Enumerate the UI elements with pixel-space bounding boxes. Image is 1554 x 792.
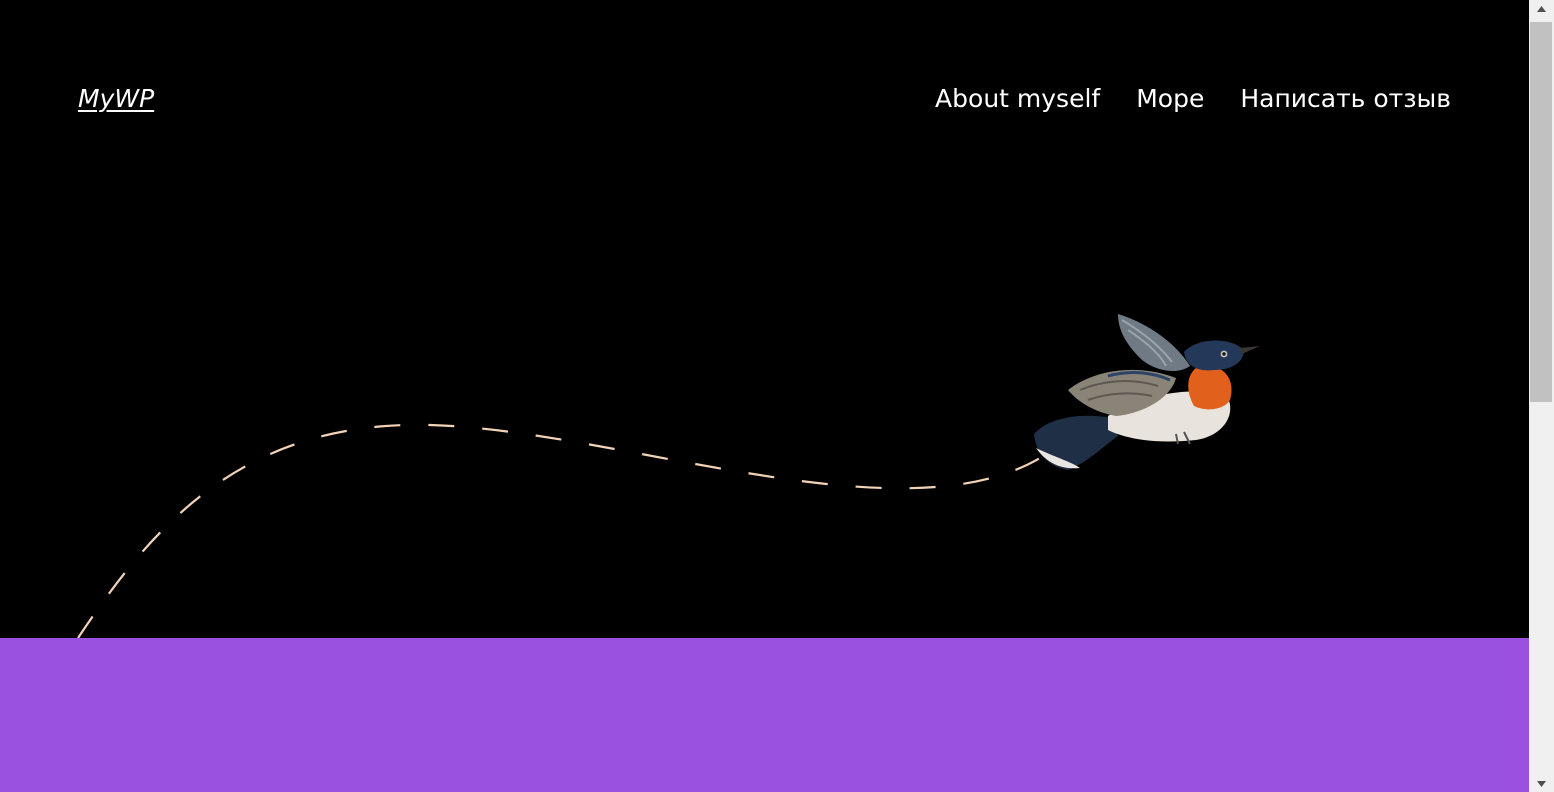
bird-icon bbox=[1034, 314, 1260, 470]
purple-content-band bbox=[0, 638, 1529, 792]
flight-path bbox=[77, 423, 1041, 638]
page: MyWP About myself Море Написать отзыв bbox=[0, 0, 1529, 792]
vertical-scrollbar[interactable] bbox=[1529, 0, 1554, 792]
arrow-down-icon[interactable] bbox=[1529, 775, 1554, 792]
hero-illustration bbox=[77, 314, 1260, 638]
scrollbar-thumb[interactable] bbox=[1530, 22, 1552, 402]
hero-header: MyWP About myself Море Написать отзыв bbox=[0, 0, 1529, 638]
arrow-up-icon[interactable] bbox=[1529, 0, 1554, 17]
